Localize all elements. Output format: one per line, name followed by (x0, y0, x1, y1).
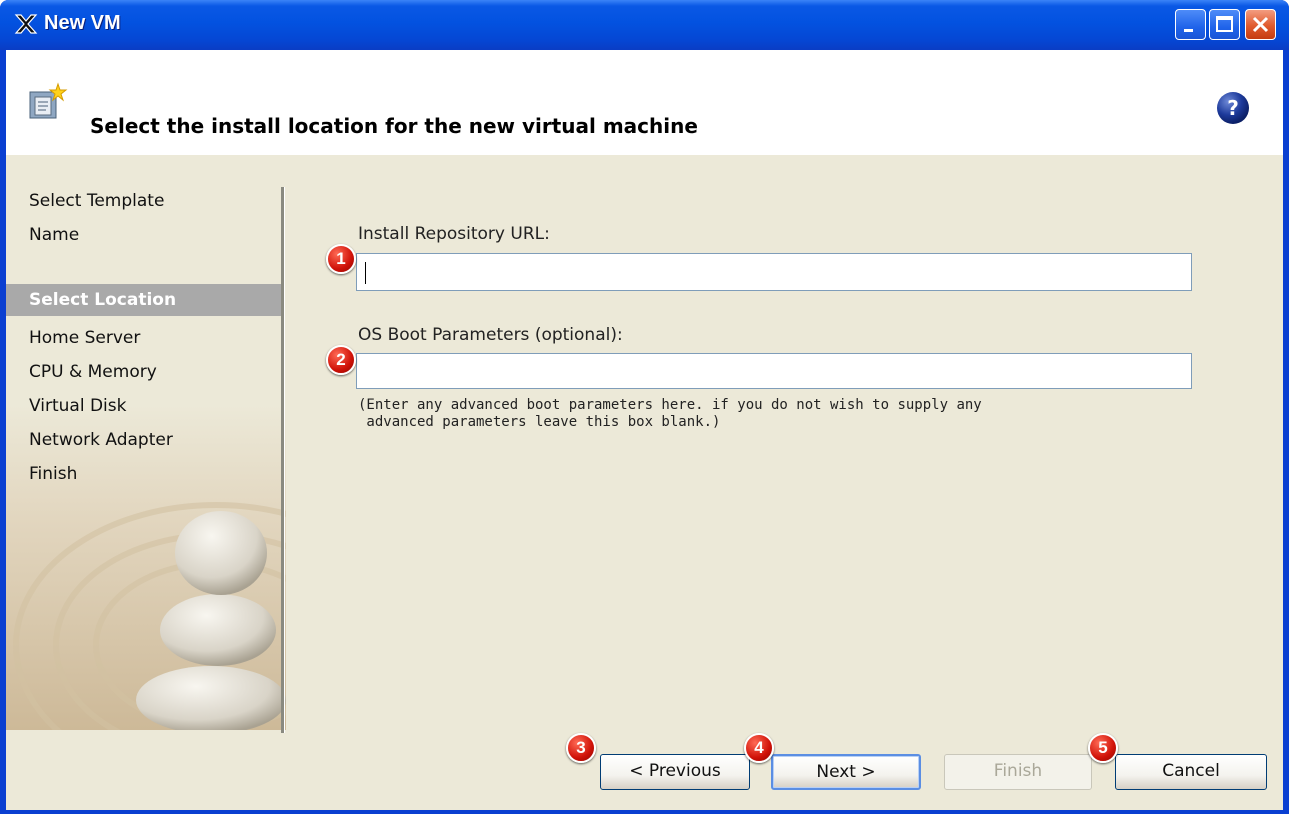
hint-line: advanced parameters leave this box blank… (358, 414, 721, 430)
wizard-page-icon (29, 82, 68, 119)
minimize-icon (1184, 29, 1193, 32)
new-vm-window: New VM Select the install location for t… (0, 0, 1289, 814)
maximize-button[interactable] (1209, 9, 1240, 40)
next-button[interactable]: Next > (771, 754, 921, 790)
xen-app-icon (14, 14, 38, 34)
hint-line: (Enter any advanced boot parameters here… (358, 397, 982, 413)
maximize-icon (1216, 16, 1233, 32)
page-title: Select the install location for the new … (90, 114, 698, 138)
cancel-button[interactable]: Cancel (1115, 754, 1267, 790)
callout-marker-3: 3 (566, 733, 596, 763)
close-button[interactable] (1245, 9, 1276, 40)
wizard-header: Select the install location for the new … (6, 50, 1283, 155)
sidebar-item-name[interactable]: Name (6, 219, 284, 251)
sidebar-item-network-adapter[interactable]: Network Adapter (6, 424, 284, 456)
callout-marker-1: 1 (326, 244, 356, 274)
boot-params-label: OS Boot Parameters (optional): (358, 325, 623, 345)
close-icon (1252, 16, 1269, 33)
sidebar-item-select-template[interactable]: Select Template (6, 185, 284, 217)
sidebar-item-select-location[interactable]: Select Location (6, 284, 284, 316)
callout-marker-2: 2 (326, 345, 356, 375)
boot-params-input[interactable] (356, 353, 1192, 389)
text-caret (365, 262, 366, 284)
svg-text:?: ? (1227, 96, 1239, 120)
title-bar[interactable]: New VM (0, 0, 1289, 50)
callout-marker-5: 5 (1088, 733, 1118, 763)
finish-button[interactable]: Finish (944, 754, 1092, 790)
repo-url-input[interactable] (356, 253, 1192, 291)
window-title: New VM (44, 12, 121, 34)
sidebar-item-cpu-memory[interactable]: CPU & Memory (6, 356, 284, 388)
sidebar-item-virtual-disk[interactable]: Virtual Disk (6, 390, 284, 422)
boot-params-hint: (Enter any advanced boot parameters here… (358, 397, 1178, 431)
sidebar-item-finish[interactable]: Finish (6, 458, 284, 490)
wizard-steps-sidebar: Select Template Name Select Location Hom… (6, 155, 286, 730)
minimize-button[interactable] (1175, 9, 1206, 40)
sidebar-item-home-server[interactable]: Home Server (6, 322, 284, 354)
help-icon[interactable]: ? (1216, 91, 1250, 125)
sidebar-divider (281, 187, 285, 733)
previous-button[interactable]: < Previous (600, 754, 750, 790)
callout-marker-4: 4 (744, 733, 774, 763)
repo-url-label: Install Repository URL: (358, 224, 550, 244)
